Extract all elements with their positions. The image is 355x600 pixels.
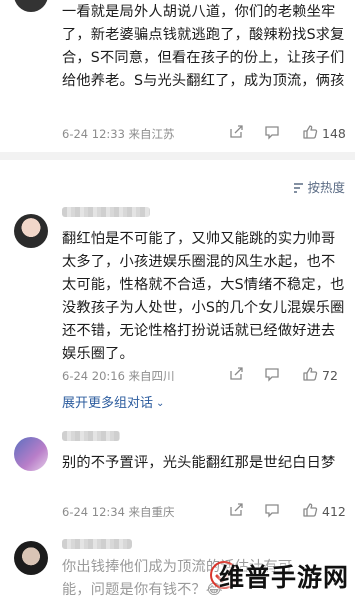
comment-icon[interactable] bbox=[264, 502, 280, 518]
sort-label: 按热度 bbox=[307, 180, 345, 195]
like-count: 412 bbox=[322, 504, 346, 519]
like-icon[interactable] bbox=[302, 124, 318, 140]
sort-button[interactable]: 按热度 bbox=[293, 177, 345, 196]
username-blurred[interactable] bbox=[62, 539, 132, 549]
share-icon[interactable] bbox=[228, 502, 244, 518]
like-count: 148 bbox=[322, 126, 346, 141]
comment-meta: 6-24 12:34 来自重庆 412 bbox=[62, 502, 347, 520]
avatar[interactable] bbox=[14, 0, 48, 12]
comment-text: 别的不予置评，光头能翻红那是世纪白日梦 bbox=[62, 455, 336, 471]
watermark-text: 维普手游网 bbox=[218, 563, 349, 592]
like-icon[interactable] bbox=[302, 366, 318, 382]
share-icon[interactable] bbox=[228, 124, 244, 140]
username-blurred[interactable] bbox=[62, 207, 150, 217]
share-icon[interactable] bbox=[228, 366, 244, 382]
like-count: 72 bbox=[322, 368, 338, 383]
comment-time: 6-24 20:16 来自四川 bbox=[62, 369, 175, 383]
comment-meta: 6-24 12:33 来自江苏 148 bbox=[62, 124, 347, 142]
comment-text: 翻红怕是不可能了，又帅又能跳的实力帅哥太多了，小孩进娱乐圈混的风生水起，也不太可… bbox=[62, 231, 345, 362]
username-blurred[interactable] bbox=[62, 431, 120, 441]
section-divider bbox=[0, 152, 355, 160]
comment-icon[interactable] bbox=[264, 366, 280, 382]
expand-label: 展开更多组对话 bbox=[62, 396, 154, 411]
comment-text: 一看就是局外人胡说八道，你们的老赖坐牢了，新老婆骗点钱就逃跑了，酸辣粉找S求复合… bbox=[62, 4, 345, 89]
avatar[interactable] bbox=[14, 541, 48, 575]
comment-meta: 6-24 20:16 来自四川 72 bbox=[62, 366, 347, 384]
chevron-down-icon: ⌄ bbox=[156, 398, 165, 409]
avatar[interactable] bbox=[14, 214, 48, 248]
comment-time: 6-24 12:33 来自江苏 bbox=[62, 127, 175, 141]
comment-time: 6-24 12:34 来自重庆 bbox=[62, 505, 175, 519]
sort-icon bbox=[294, 183, 304, 193]
comment-icon[interactable] bbox=[264, 124, 280, 140]
avatar[interactable] bbox=[14, 437, 48, 471]
like-icon[interactable] bbox=[302, 502, 318, 518]
expand-more-button[interactable]: 展开更多组对话 ⌄ bbox=[62, 392, 164, 411]
